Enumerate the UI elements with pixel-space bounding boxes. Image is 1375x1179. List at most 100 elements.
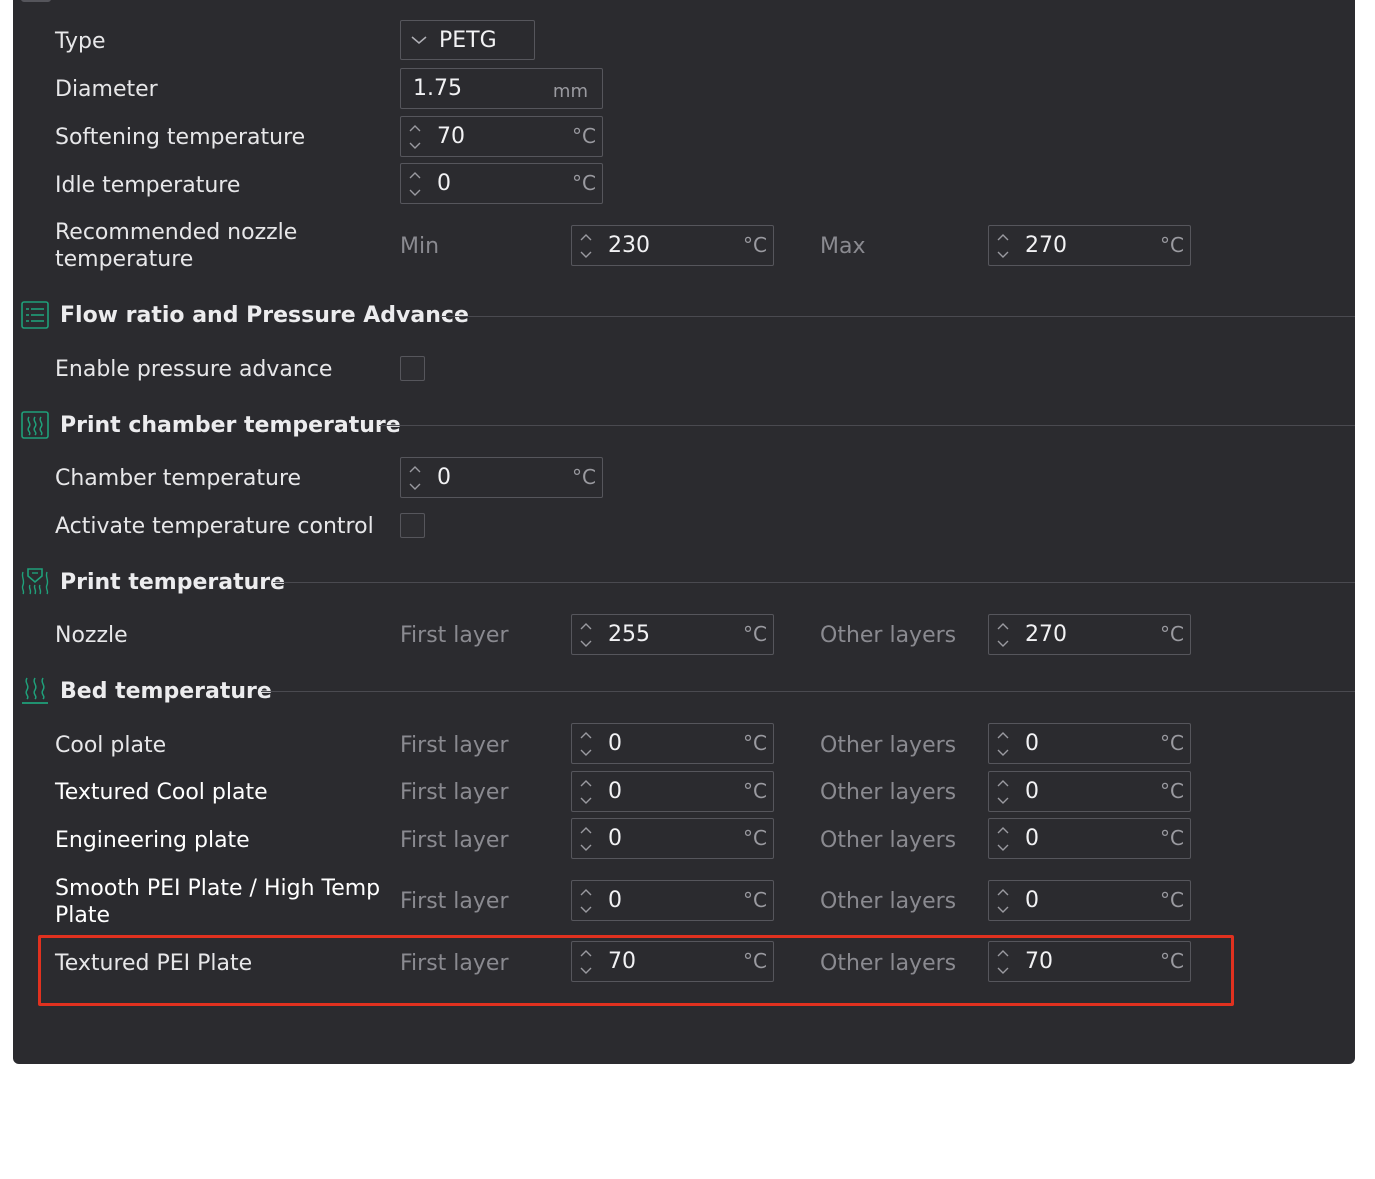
unit-label: °C — [743, 622, 767, 646]
other-layers-label: Other layers — [820, 623, 957, 648]
bed-temp-section-title: Bed temperature — [60, 679, 272, 704]
textured-cool-first-layer-stepper[interactable]: 0 °C — [571, 771, 774, 812]
first-layer-label: First layer — [400, 828, 509, 853]
first-layer-label: First layer — [400, 623, 509, 648]
spin-arrows-icon[interactable] — [995, 886, 1011, 916]
type-value: PETG — [439, 28, 497, 53]
engineering-other-layers-stepper[interactable]: 0 °C — [988, 818, 1191, 859]
spin-arrows-icon[interactable] — [995, 231, 1011, 261]
unit-label: °C — [1160, 888, 1184, 912]
pressure-advance-checkbox[interactable] — [400, 356, 425, 381]
diameter-unit: mm — [552, 81, 588, 102]
cool-plate-other-layers-stepper[interactable]: 0 °C — [988, 723, 1191, 764]
first-layer-label: First layer — [400, 889, 509, 914]
unit-label: °C — [1160, 731, 1184, 755]
spin-arrows-icon[interactable] — [995, 824, 1011, 854]
spin-arrows-icon[interactable] — [578, 824, 594, 854]
other-layers-label: Other layers — [820, 780, 957, 805]
pressure-advance-label: Enable pressure advance — [55, 357, 333, 382]
activate-control-label: Activate temperature control — [55, 514, 374, 539]
plate-name-engineering: Engineering plate — [55, 828, 250, 853]
unit-label: °C — [743, 779, 767, 803]
idle-value: 0 — [437, 171, 451, 196]
chamber-temp-label: Chamber temperature — [55, 466, 302, 491]
diameter-value: 1.75 — [413, 76, 462, 101]
smooth-pei-first-layer-stepper[interactable]: 0 °C — [571, 880, 774, 921]
unit-label: °C — [572, 465, 596, 489]
plate-value: 0 — [1025, 826, 1039, 851]
plate-name-textured-cool: Textured Cool plate — [55, 780, 268, 805]
diameter-input[interactable]: 1.75 mm — [400, 68, 603, 109]
collapse-tab — [21, 0, 51, 2]
print-temp-section-title: Print temperature — [60, 570, 286, 595]
engineering-first-layer-stepper[interactable]: 0 °C — [571, 818, 774, 859]
max-nozzle-temp-stepper[interactable]: 270 °C — [988, 225, 1191, 266]
chamber-heat-icon — [21, 411, 49, 439]
spin-arrows-icon[interactable] — [578, 729, 594, 759]
unit-label: °C — [1160, 622, 1184, 646]
plate-value: 0 — [608, 779, 622, 804]
nozzle-other-layers-value: 270 — [1025, 622, 1067, 647]
softening-label: Softening temperature — [55, 125, 306, 150]
other-layers-label: Other layers — [820, 889, 957, 914]
spin-arrows-icon[interactable] — [578, 777, 594, 807]
spin-arrows-icon[interactable] — [995, 620, 1011, 650]
max-value: 270 — [1025, 233, 1067, 258]
flow-section-title: Flow ratio and Pressure Advance — [60, 303, 469, 328]
chamber-temp-stepper[interactable]: 0 °C — [400, 457, 603, 498]
chamber-value: 0 — [437, 465, 451, 490]
softening-value: 70 — [437, 124, 465, 149]
activate-control-checkbox[interactable] — [400, 513, 425, 538]
idle-temp-stepper[interactable]: 0 °C — [400, 163, 603, 204]
nozzle-first-layer-value: 255 — [608, 622, 650, 647]
unit-label: °C — [572, 171, 596, 195]
unit-label: °C — [743, 731, 767, 755]
spin-arrows-icon[interactable] — [578, 886, 594, 916]
textured-cool-other-layers-stepper[interactable]: 0 °C — [988, 771, 1191, 812]
chevron-down-icon — [411, 36, 427, 44]
spin-arrows-icon[interactable] — [995, 777, 1011, 807]
other-layers-label: Other layers — [820, 828, 957, 853]
section-divider — [379, 425, 1355, 426]
min-nozzle-temp-stepper[interactable]: 230 °C — [571, 225, 774, 266]
min-value: 230 — [608, 233, 650, 258]
smooth-pei-other-layers-stepper[interactable]: 0 °C — [988, 880, 1191, 921]
max-label: Max — [820, 234, 866, 259]
idle-label: Idle temperature — [55, 173, 241, 198]
diameter-label: Diameter — [55, 77, 158, 102]
nozzle-first-layer-stepper[interactable]: 255 °C — [571, 614, 774, 655]
nozzle-other-layers-stepper[interactable]: 270 °C — [988, 614, 1191, 655]
nozzle-label: Nozzle — [55, 623, 128, 648]
plate-value: 0 — [608, 888, 622, 913]
filament-settings-panel: Type PETG Diameter 1.75 mm Softening tem… — [13, 0, 1355, 1064]
plate-name-cool: Cool plate — [55, 733, 167, 758]
section-divider — [273, 582, 1355, 583]
unit-label: °C — [743, 888, 767, 912]
unit-label: °C — [743, 233, 767, 257]
spin-arrows-icon[interactable] — [407, 169, 423, 199]
first-layer-label: First layer — [400, 780, 509, 805]
cool-plate-first-layer-stepper[interactable]: 0 °C — [571, 723, 774, 764]
plate-value: 0 — [1025, 779, 1039, 804]
spin-arrows-icon[interactable] — [995, 729, 1011, 759]
spin-arrows-icon[interactable] — [407, 122, 423, 152]
nozzle-range-label: Recommended nozzle temperature — [55, 220, 298, 272]
unit-label: °C — [572, 124, 596, 148]
unit-label: °C — [1160, 233, 1184, 257]
unit-label: °C — [1160, 779, 1184, 803]
plate-name-smooth-pei: Smooth PEI Plate / High Temp Plate — [55, 876, 381, 928]
plate-value: 0 — [608, 731, 622, 756]
flow-list-icon — [21, 301, 49, 329]
spin-arrows-icon[interactable] — [407, 463, 423, 493]
spin-arrows-icon[interactable] — [578, 620, 594, 650]
plate-value: 0 — [1025, 888, 1039, 913]
type-dropdown[interactable]: PETG — [400, 20, 535, 60]
bed-heat-icon — [22, 677, 48, 704]
other-layers-label: Other layers — [820, 733, 957, 758]
nozzle-heat-icon — [21, 568, 49, 595]
type-label: Type — [55, 29, 106, 54]
plate-value: 0 — [1025, 731, 1039, 756]
softening-temp-stepper[interactable]: 70 °C — [400, 116, 603, 157]
spin-arrows-icon[interactable] — [578, 231, 594, 261]
unit-label: °C — [1160, 826, 1184, 850]
